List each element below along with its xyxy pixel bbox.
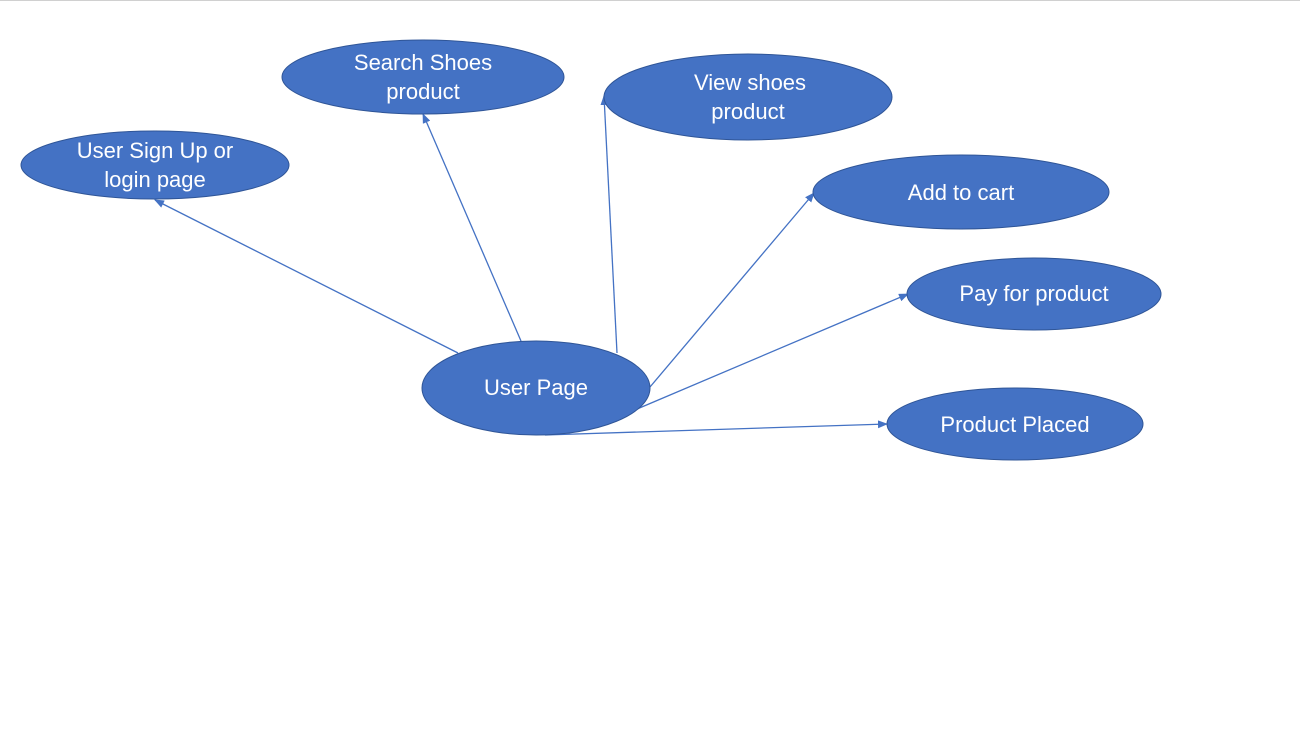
node-placed: Product Placed [886, 387, 1144, 461]
edge-user-page-to-cart [649, 192, 815, 388]
node-view-label-line-2: product [711, 99, 784, 124]
node-cart-label-line-1: Add to cart [908, 180, 1014, 205]
node-search-label-line-2: product [386, 79, 459, 104]
node-placed-label-line-1: Product Placed [940, 412, 1089, 437]
node-signup-label-line-2: login page [104, 167, 206, 192]
node-view-label-line-1: View shoes [694, 70, 806, 95]
node-signup: User Sign Up or login page [20, 130, 290, 200]
node-signup-label-line-1: User Sign Up or [77, 138, 234, 163]
use-case-diagram: User Page User Sign Up or login page Sea… [20, 39, 1162, 461]
node-pay-label-line-1: Pay for product [959, 281, 1108, 306]
diagram-canvas: User Page User Sign Up or login page Sea… [0, 0, 1300, 732]
node-user-page: User Page [421, 340, 651, 436]
edge-user-page-to-pay [629, 293, 909, 413]
node-search: Search Shoes product [281, 39, 565, 115]
node-search-label-line-1: Search Shoes [354, 50, 492, 75]
node-view: View shoes product [603, 53, 893, 141]
edge-user-page-to-search [422, 113, 522, 342]
edge-user-page-to-view [600, 95, 618, 354]
edge-user-page-to-signup [154, 199, 459, 354]
node-cart: Add to cart [812, 154, 1110, 230]
node-user-page-label-line-1: User Page [484, 375, 588, 400]
node-pay: Pay for product [906, 257, 1162, 331]
